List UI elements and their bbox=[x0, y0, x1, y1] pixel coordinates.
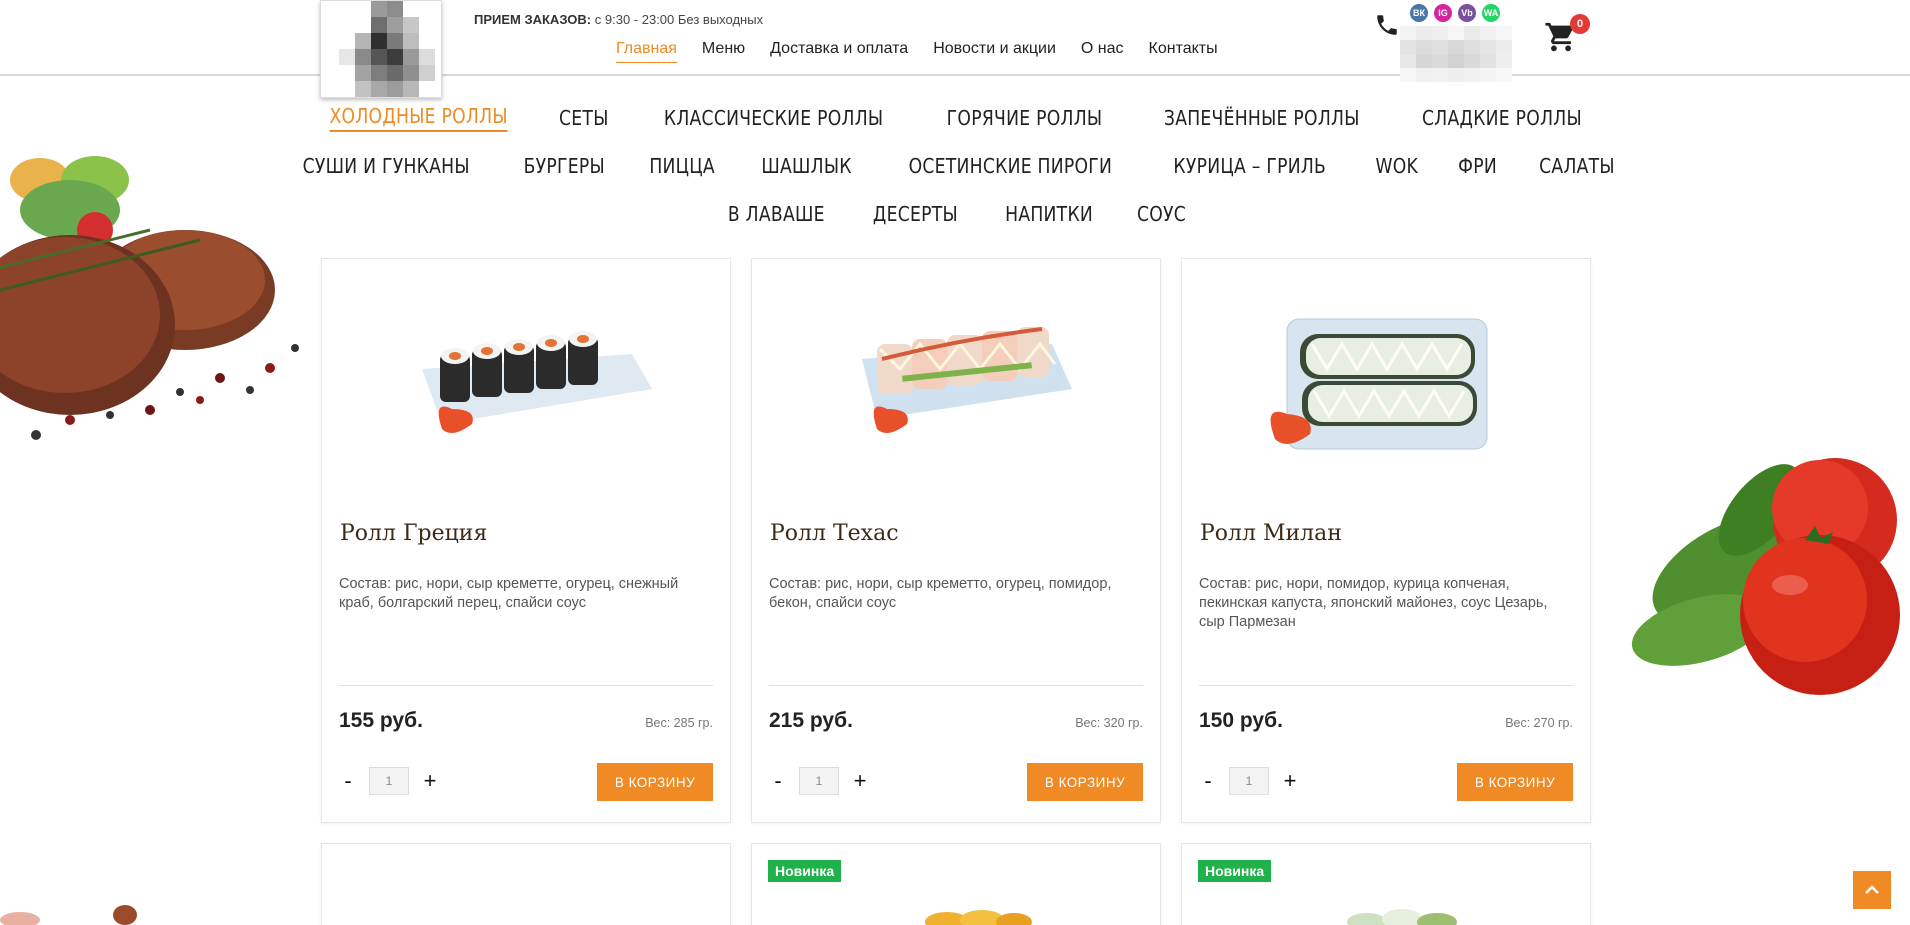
order-hours: ПРИЕМ ЗАКАЗОВ: с 9:30 - 23:00 Без выходн… bbox=[474, 12, 763, 27]
category-salads[interactable]: САЛАТЫ bbox=[1539, 154, 1615, 178]
category-baked-rolls[interactable]: ЗАПЕЧЁННЫЕ РОЛЛЫ bbox=[1164, 106, 1360, 130]
category-desserts[interactable]: ДЕСЕРТЫ bbox=[873, 202, 958, 226]
qty-increase-button[interactable]: + bbox=[421, 770, 439, 792]
category-fries[interactable]: ФРИ bbox=[1458, 154, 1497, 178]
logo-mosaic bbox=[339, 1, 435, 97]
nav-delivery[interactable]: Доставка и оплата bbox=[770, 40, 908, 63]
category-sushi[interactable]: СУШИ И ГУНКАНЫ bbox=[303, 154, 470, 178]
category-classic-rolls[interactable]: КЛАССИЧЕСКИЕ РОЛЛЫ bbox=[664, 106, 883, 130]
order-hours-value: с 9:30 - 23:00 Без выходных bbox=[594, 12, 764, 27]
quantity-stepper: - + bbox=[1199, 767, 1299, 795]
category-wok[interactable]: WOK bbox=[1375, 154, 1418, 178]
qty-increase-button[interactable]: + bbox=[851, 770, 869, 792]
main-nav: Главная Меню Доставка и оплата Новости и… bbox=[616, 40, 1218, 63]
page: ПРИЕМ ЗАКАЗОВ: с 9:30 - 23:00 Без выходн… bbox=[0, 0, 1910, 925]
category-lavash[interactable]: В ЛАВАШЕ bbox=[728, 202, 825, 226]
category-cold-rolls[interactable]: ХОЛОДНЫЕ РОЛЛЫ bbox=[329, 104, 508, 132]
header-bar bbox=[0, 0, 1910, 76]
site-logo[interactable] bbox=[320, 0, 442, 98]
add-to-cart-button[interactable]: В КОРЗИНУ bbox=[1457, 763, 1573, 801]
product-title[interactable]: Ролл Техас bbox=[770, 521, 899, 546]
whatsapp-icon[interactable]: WA bbox=[1482, 4, 1500, 22]
category-ossetian-pies[interactable]: ОСЕТИНСКИЕ ПИРОГИ bbox=[908, 154, 1112, 178]
category-row-2: СУШИ И ГУНКАНЫ БУРГЕРЫ ПИЦЦА ШАШЛЫК ОСЕТ… bbox=[303, 142, 1614, 190]
instagram-icon[interactable]: IG bbox=[1434, 4, 1452, 22]
category-hot-rolls[interactable]: ГОРЯЧИЕ РОЛЛЫ bbox=[947, 106, 1103, 130]
product-price: 215 руб. bbox=[769, 709, 853, 732]
category-drinks[interactable]: НАПИТКИ bbox=[1005, 202, 1093, 226]
add-to-cart-button[interactable]: В КОРЗИНУ bbox=[1027, 763, 1143, 801]
order-hours-label: ПРИЕМ ЗАКАЗОВ: bbox=[474, 12, 592, 27]
category-burgers[interactable]: БУРГЕРЫ bbox=[523, 154, 604, 178]
card-divider bbox=[339, 685, 713, 686]
product-weight: Вес: 270 гр. bbox=[1505, 716, 1573, 730]
category-shashlik[interactable]: ШАШЛЫК bbox=[761, 154, 851, 178]
product-card bbox=[321, 843, 731, 925]
category-nav: ХОЛОДНЫЕ РОЛЛЫ СЕТЫ КЛАССИЧЕСКИЕ РОЛЛЫ Г… bbox=[303, 94, 1614, 238]
nav-about[interactable]: О нас bbox=[1081, 40, 1124, 63]
product-image[interactable] bbox=[752, 259, 1160, 509]
nav-menu[interactable]: Меню bbox=[702, 40, 745, 63]
product-card: Новинка bbox=[751, 843, 1161, 925]
quantity-stepper: - + bbox=[769, 767, 869, 795]
qty-decrease-button[interactable]: - bbox=[339, 770, 357, 792]
category-row-1: ХОЛОДНЫЕ РОЛЛЫ СЕТЫ КЛАССИЧЕСКИЕ РОЛЛЫ Г… bbox=[329, 94, 1582, 142]
new-badge: Новинка bbox=[1198, 860, 1272, 882]
add-to-cart-button[interactable]: В КОРЗИНУ bbox=[597, 763, 713, 801]
product-image[interactable] bbox=[922, 904, 1032, 925]
new-badge: Новинка bbox=[768, 860, 842, 882]
product-card: Ролл Милан Состав: рис, нори, помидор, к… bbox=[1181, 258, 1591, 823]
product-card: Новинка bbox=[1181, 843, 1591, 925]
category-sweet-rolls[interactable]: СЛАДКИЕ РОЛЛЫ bbox=[1422, 106, 1582, 130]
card-divider bbox=[769, 685, 1143, 686]
category-pizza[interactable]: ПИЦЦА bbox=[650, 154, 716, 178]
qty-decrease-button[interactable]: - bbox=[769, 770, 787, 792]
qty-input[interactable] bbox=[369, 767, 409, 795]
category-sauce[interactable]: СОУС bbox=[1137, 202, 1186, 226]
product-description: Состав: рис, нори, сыр креметто, огурец,… bbox=[769, 576, 1112, 611]
scroll-to-top-button[interactable] bbox=[1853, 871, 1891, 909]
qty-increase-button[interactable]: + bbox=[1281, 770, 1299, 792]
product-description: Состав: рис, нори, помидор, курица копче… bbox=[1199, 576, 1548, 630]
nav-news[interactable]: Новости и акции bbox=[933, 40, 1056, 63]
product-image[interactable] bbox=[322, 259, 730, 509]
category-row-3: В ЛАВАШЕ ДЕСЕРТЫ НАПИТКИ СОУС bbox=[330, 190, 1580, 238]
quantity-stepper: - + bbox=[339, 767, 439, 795]
tomato-decor-image bbox=[1631, 458, 1900, 695]
product-title[interactable]: Ролл Милан bbox=[1200, 521, 1342, 546]
social-links: ВК IG Vb WA bbox=[1410, 4, 1500, 22]
product-price: 155 руб. bbox=[339, 709, 423, 732]
card-divider bbox=[1199, 685, 1573, 686]
product-price: 150 руб. bbox=[1199, 709, 1283, 732]
phone-icon[interactable] bbox=[1374, 12, 1400, 38]
qty-input[interactable] bbox=[1229, 767, 1269, 795]
category-sets[interactable]: СЕТЫ bbox=[559, 106, 609, 130]
viber-icon[interactable]: Vb bbox=[1458, 4, 1476, 22]
product-description: Состав: рис, нори, сыр креметте, огурец,… bbox=[339, 576, 679, 611]
nav-contacts[interactable]: Контакты bbox=[1149, 40, 1218, 63]
category-grill-chicken[interactable]: КУРИЦА – ГРИЛЬ bbox=[1174, 154, 1327, 178]
product-card: Ролл Техас Состав: рис, нори, сыр кремет… bbox=[751, 258, 1161, 823]
food-decor-image bbox=[0, 905, 137, 925]
vk-icon[interactable]: ВК bbox=[1410, 4, 1428, 22]
product-card: Ролл Греция Состав: рис, нори, сыр креме… bbox=[321, 258, 731, 823]
cart-count-badge: 0 bbox=[1570, 14, 1590, 34]
product-title[interactable]: Ролл Греция bbox=[340, 521, 487, 546]
product-image[interactable] bbox=[1337, 904, 1467, 925]
qty-input[interactable] bbox=[799, 767, 839, 795]
nav-home[interactable]: Главная bbox=[616, 40, 677, 63]
qty-decrease-button[interactable]: - bbox=[1199, 770, 1217, 792]
product-image[interactable] bbox=[1182, 259, 1590, 509]
phone-number-blurred bbox=[1400, 26, 1512, 84]
product-weight: Вес: 285 гр. bbox=[645, 716, 713, 730]
steak-decor-image bbox=[0, 156, 299, 440]
product-weight: Вес: 320 гр. bbox=[1075, 716, 1143, 730]
chevron-up-icon bbox=[1865, 885, 1879, 894]
